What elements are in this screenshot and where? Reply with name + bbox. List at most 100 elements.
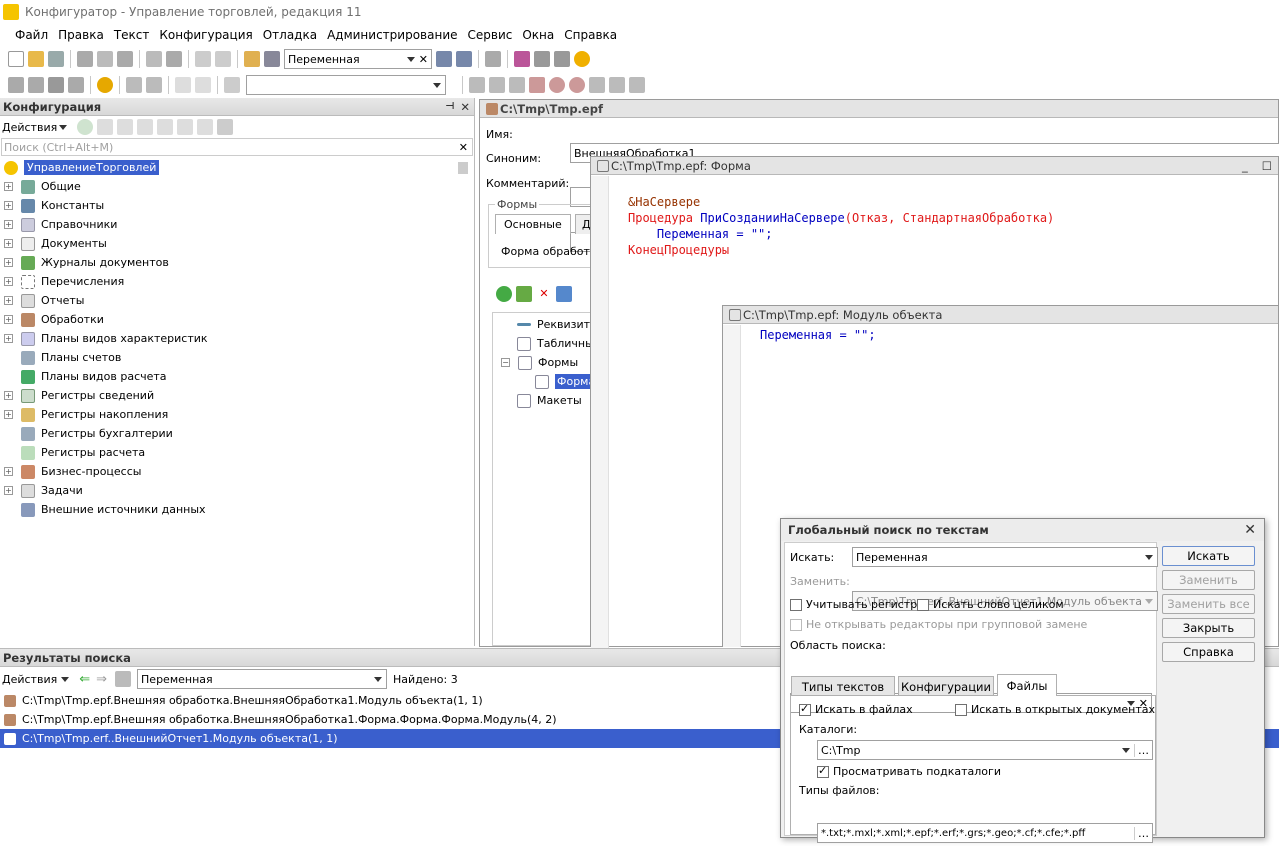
tree-item[interactable]: + Константы	[4, 196, 474, 215]
move-down-icon[interactable]	[177, 119, 194, 135]
no-open-checkbox[interactable]: Не открывать редакторы при групповой зам…	[790, 618, 1087, 631]
help-icon[interactable]	[534, 51, 550, 67]
help-button[interactable]: Справка	[1162, 642, 1255, 662]
search-icon[interactable]	[264, 51, 280, 67]
tree-item[interactable]: + Регистры накопления	[4, 405, 474, 424]
tree-item[interactable]: + Документы	[4, 234, 474, 253]
find-combo[interactable]: Переменная	[852, 547, 1158, 567]
close-icon[interactable]: ✕	[460, 100, 470, 114]
find-prev-icon[interactable]	[456, 51, 472, 67]
copy-icon[interactable]	[117, 119, 134, 135]
block-icon[interactable]	[126, 77, 142, 93]
update-icon[interactable]	[68, 77, 84, 93]
move-up-icon[interactable]	[556, 286, 572, 302]
more-icon[interactable]	[629, 77, 645, 93]
types-field[interactable]: *.txt;*.mxl;*.xml;*.epf;*.erf;*.grs;*.ge…	[817, 823, 1153, 843]
tree-root[interactable]: УправлениеТорговлей	[4, 158, 474, 177]
paste-icon[interactable]	[117, 51, 133, 67]
in-open-docs-checkbox[interactable]: Искать в открытых документах	[955, 703, 1155, 716]
menu-admin[interactable]: Администрирование	[327, 28, 457, 42]
new-icon[interactable]	[8, 51, 24, 67]
edit-icon[interactable]	[516, 286, 532, 302]
find-next-icon[interactable]	[436, 51, 452, 67]
edit-icon[interactable]	[97, 119, 114, 135]
tab-configurations[interactable]: Конфигурации	[898, 676, 994, 696]
tree-item[interactable]: Макеты	[493, 391, 591, 410]
tree-item[interactable]: Регистры бухгалтерии	[4, 424, 474, 443]
in-files-checkbox[interactable]: Искать в файлах	[799, 702, 913, 716]
chevron-down-icon[interactable]	[1122, 747, 1130, 753]
prev-result-icon[interactable]: ⇐	[79, 672, 90, 687]
copy-icon[interactable]	[115, 671, 132, 687]
browse-icon[interactable]: …	[1134, 826, 1152, 840]
tree-item[interactable]: Планы счетов	[4, 348, 474, 367]
maximize-icon[interactable]: ☐	[1262, 159, 1272, 173]
tab-files[interactable]: Файлы	[997, 674, 1057, 696]
tree-item[interactable]: + Задачи	[4, 481, 474, 500]
replace-button[interactable]: Заменить	[1162, 570, 1255, 590]
tab-main[interactable]: Основные	[495, 214, 571, 234]
browse-icon[interactable]: …	[1134, 743, 1152, 757]
clear-icon[interactable]: ✕	[459, 141, 468, 154]
tree-item[interactable]: Табличные	[493, 334, 601, 353]
bp-icon[interactable]	[469, 77, 485, 93]
step-icon[interactable]	[569, 77, 585, 93]
run-debug-icon[interactable]	[97, 77, 113, 93]
calc-icon[interactable]	[609, 77, 625, 93]
delete-icon[interactable]: ✕	[536, 286, 552, 302]
minimize-icon[interactable]: _	[1242, 159, 1248, 173]
menu-config[interactable]: Конфигурация	[159, 28, 252, 42]
tree-item[interactable]: + Бизнес-процессы	[4, 462, 474, 481]
compare-icon[interactable]	[28, 77, 44, 93]
bp-list-icon[interactable]	[489, 77, 505, 93]
tree-item[interactable]: + Журналы документов	[4, 253, 474, 272]
chevron-down-icon[interactable]	[61, 676, 70, 682]
filter-icon[interactable]	[217, 119, 234, 135]
case-checkbox[interactable]: Учитывать регистр	[790, 598, 917, 611]
close-button[interactable]: Закрыть	[1162, 618, 1255, 638]
replace-all-button[interactable]: Заменить все	[1162, 594, 1255, 614]
tree-item[interactable]: + Регистры сведений	[4, 386, 474, 405]
dirs-combo[interactable]: C:\Tmp…	[817, 740, 1153, 760]
module-code-editor[interactable]: Переменная = "";	[760, 327, 876, 343]
comment-icon[interactable]	[175, 77, 191, 93]
chevron-down-icon[interactable]	[374, 676, 383, 682]
menu-debug[interactable]: Отладка	[263, 28, 317, 42]
config-actions-button[interactable]: Действия	[2, 121, 57, 134]
chevron-down-icon[interactable]	[59, 124, 68, 130]
unblock-icon[interactable]	[146, 77, 162, 93]
menu-windows[interactable]: Окна	[522, 28, 554, 42]
close-icon[interactable]: ✕	[1244, 522, 1256, 538]
menu-service[interactable]: Сервис	[468, 28, 513, 42]
subdirs-checkbox[interactable]: Просматривать подкаталоги	[817, 764, 1001, 778]
add-icon[interactable]	[496, 286, 512, 302]
windows-icon[interactable]	[485, 51, 501, 67]
pin-icon[interactable]: ⊣	[445, 101, 454, 112]
form-code-editor[interactable]: &НаСервере Процедура ПриСозданииНаСервер…	[628, 194, 1054, 258]
menu-edit[interactable]: Правка	[58, 28, 104, 42]
tab-text-types[interactable]: Типы текстов	[791, 676, 895, 696]
tree-item[interactable]: + Справочники	[4, 215, 474, 234]
save-icon[interactable]	[48, 51, 64, 67]
results-search-combo[interactable]: Переменная	[137, 669, 388, 689]
bp-cond-icon[interactable]	[509, 77, 525, 93]
chevron-down-icon[interactable]	[1145, 598, 1153, 604]
results-actions-button[interactable]: Действия	[2, 673, 57, 686]
stop-icon[interactable]	[549, 77, 565, 93]
tree-item[interactable]: + Обработки	[4, 310, 474, 329]
cut-icon[interactable]	[77, 51, 93, 67]
tree-item[interactable]: Регистры расчета	[4, 443, 474, 462]
open-icon[interactable]	[28, 51, 44, 67]
tree-item[interactable]: Планы видов расчета	[4, 367, 474, 386]
menu-file[interactable]: Файл	[15, 28, 48, 42]
chevron-down-icon[interactable]	[433, 82, 441, 88]
bp-remove-icon[interactable]	[529, 77, 545, 93]
config-tree-icon[interactable]	[8, 77, 24, 93]
tree-item[interactable]: + Перечисления	[4, 272, 474, 291]
whole-word-checkbox[interactable]: Искать слово целиком	[917, 598, 1064, 611]
print-icon[interactable]	[146, 51, 162, 67]
doc-icon[interactable]	[554, 51, 570, 67]
db-icon[interactable]	[48, 77, 64, 93]
syntax-helper-icon[interactable]	[514, 51, 530, 67]
preview-icon[interactable]	[166, 51, 182, 67]
